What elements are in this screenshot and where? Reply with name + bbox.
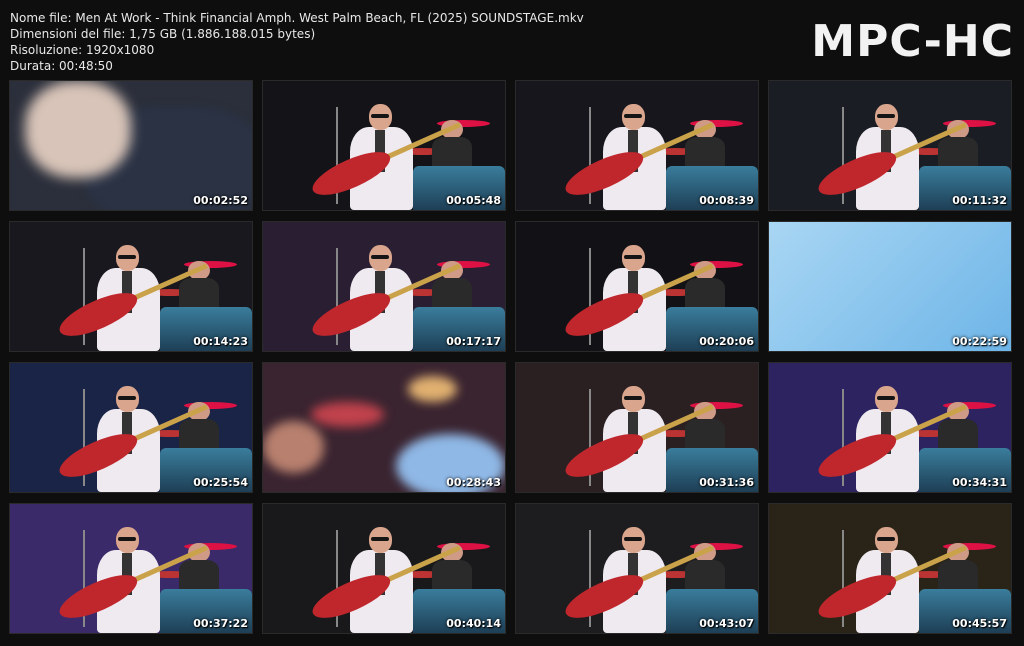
duration-line: Durata: 00:48:50 <box>10 59 113 73</box>
file-name-line: Nome file: Men At Work - Think Financial… <box>10 11 584 25</box>
thumbnail: 00:08:39 <box>515 80 759 211</box>
timestamp-label: 00:28:43 <box>446 476 501 489</box>
thumbnail: 00:37:22 <box>9 503 253 634</box>
timestamp-label: 00:45:57 <box>952 617 1007 630</box>
concert-scene <box>769 363 1011 492</box>
timestamp-label: 00:11:32 <box>952 194 1007 207</box>
thumbnail: 00:05:48 <box>262 80 506 211</box>
timestamp-label: 00:17:17 <box>446 335 501 348</box>
timestamp-label: 00:14:23 <box>193 335 248 348</box>
concert-scene <box>516 222 758 351</box>
mpc-hc-logo: MPC-HC <box>811 16 1014 67</box>
concert-scene <box>10 504 252 633</box>
timestamp-label: 00:40:14 <box>446 617 501 630</box>
concert-scene <box>516 363 758 492</box>
concert-scene <box>516 81 758 210</box>
file-info: Nome file: Men At Work - Think Financial… <box>10 10 584 74</box>
thumbnail: 00:02:52 <box>9 80 253 211</box>
thumbnail: 00:14:23 <box>9 221 253 352</box>
concert-scene <box>263 504 505 633</box>
timestamp-label: 00:02:52 <box>193 194 248 207</box>
concert-scene <box>769 81 1011 210</box>
timestamp-label: 00:05:48 <box>446 194 501 207</box>
blurred-closeup <box>10 81 252 210</box>
timestamp-label: 00:22:59 <box>952 335 1007 348</box>
timestamp-label: 00:20:06 <box>699 335 754 348</box>
concert-scene <box>263 222 505 351</box>
thumbnail: 00:40:14 <box>262 503 506 634</box>
timestamp-label: 00:25:54 <box>193 476 248 489</box>
resolution-line: Risoluzione: 1920x1080 <box>10 43 155 57</box>
timestamp-label: 00:31:36 <box>699 476 754 489</box>
concert-scene <box>10 363 252 492</box>
timestamp-label: 00:08:39 <box>699 194 754 207</box>
concert-scene <box>263 81 505 210</box>
thumbnail: 00:20:06 <box>515 221 759 352</box>
concert-scene <box>516 504 758 633</box>
concert-scene <box>769 504 1011 633</box>
thumbnail: 00:17:17 <box>262 221 506 352</box>
timestamp-label: 00:34:31 <box>952 476 1007 489</box>
file-size-line: Dimensioni del file: 1,75 GB (1.886.188.… <box>10 27 316 41</box>
thumbnail: 00:25:54 <box>9 362 253 493</box>
thumbnail: 00:22:59 <box>768 221 1012 352</box>
thumbnail: 00:34:31 <box>768 362 1012 493</box>
timestamp-label: 00:37:22 <box>193 617 248 630</box>
thumbnail: 00:45:57 <box>768 503 1012 634</box>
thumbnail: 00:11:32 <box>768 80 1012 211</box>
timestamp-label: 00:43:07 <box>699 617 754 630</box>
concert-scene <box>10 222 252 351</box>
blurred-crowd <box>263 363 505 492</box>
thumbnail: 00:31:36 <box>515 362 759 493</box>
thumbnail: 00:43:07 <box>515 503 759 634</box>
thumbnail: 00:28:43 <box>262 362 506 493</box>
blurred-sky <box>769 222 1011 351</box>
